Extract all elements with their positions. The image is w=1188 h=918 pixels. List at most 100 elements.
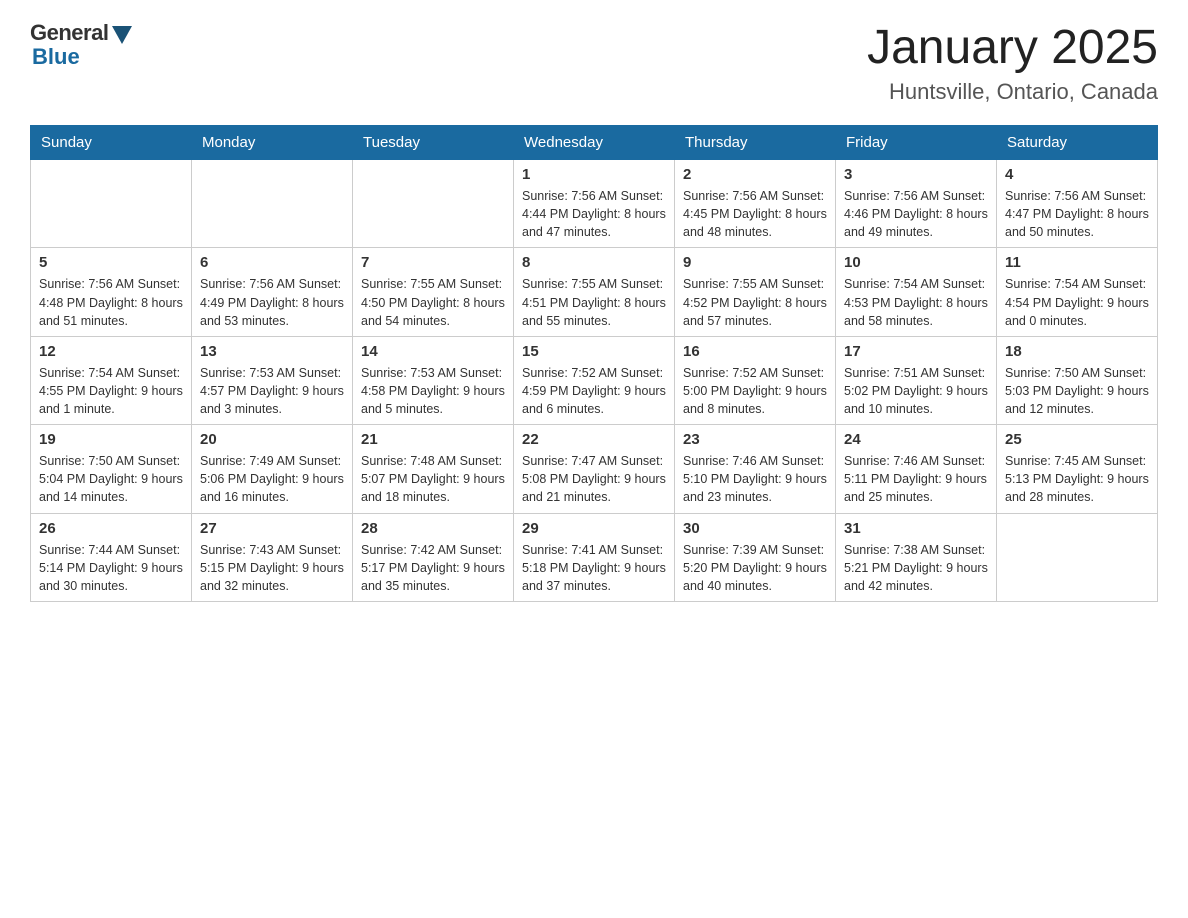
calendar-cell: 24 Sunrise: 7:46 AM Sunset: 5:11 PM Dayli… bbox=[836, 425, 997, 513]
calendar-cell: 9Sunrise: 7:55 AM Sunset: 4:52 PM Daylig… bbox=[675, 248, 836, 336]
calendar-cell: 25 Sunrise: 7:45 AM Sunset: 5:13 PM Dayli… bbox=[997, 425, 1158, 513]
calendar-cell: 27Sunrise: 7:43 AM Sunset: 5:15 PM Dayli… bbox=[192, 513, 353, 601]
day-info: Sunrise: 7:56 AM Sunset: 4:46 PM Dayligh… bbox=[844, 187, 988, 241]
calendar-cell: 11 Sunrise: 7:54 AM Sunset: 4:54 PM Dayli… bbox=[997, 248, 1158, 336]
day-info: Sunrise: 7:56 AM Sunset: 4:44 PM Dayligh… bbox=[522, 187, 666, 241]
day-info: Sunrise: 7:39 AM Sunset: 5:20 PM Dayligh… bbox=[683, 541, 827, 595]
day-info: Sunrise: 7:38 AM Sunset: 5:21 PM Dayligh… bbox=[844, 541, 988, 595]
day-number: 6 bbox=[200, 254, 344, 271]
calendar-cell: 2Sunrise: 7:56 AM Sunset: 4:45 PM Daylig… bbox=[675, 160, 836, 248]
day-number: 30 bbox=[683, 520, 827, 537]
day-number: 23 bbox=[683, 431, 827, 448]
day-info: Sunrise: 7:50 AM Sunset: 5:03 PM Dayligh… bbox=[1005, 364, 1149, 418]
calendar-cell: 1 Sunrise: 7:56 AM Sunset: 4:44 PM Daylig… bbox=[514, 160, 675, 248]
calendar-cell: 13 Sunrise: 7:53 AM Sunset: 4:57 PM Dayli… bbox=[192, 336, 353, 424]
day-number: 24 bbox=[844, 431, 988, 448]
day-number: 18 bbox=[1005, 343, 1149, 360]
day-number: 20 bbox=[200, 431, 344, 448]
day-info: Sunrise: 7:47 AM Sunset: 5:08 PM Dayligh… bbox=[522, 452, 666, 506]
calendar-cell: 19 Sunrise: 7:50 AM Sunset: 5:04 PM Dayli… bbox=[31, 425, 192, 513]
day-number: 31 bbox=[844, 520, 988, 537]
weekday-header-thursday: Thursday bbox=[675, 126, 836, 160]
day-number: 17 bbox=[844, 343, 988, 360]
calendar-cell: 6 Sunrise: 7:56 AM Sunset: 4:49 PM Daylig… bbox=[192, 248, 353, 336]
calendar-cell: 5 Sunrise: 7:56 AM Sunset: 4:48 PM Daylig… bbox=[31, 248, 192, 336]
day-info: Sunrise: 7:52 AM Sunset: 5:00 PM Dayligh… bbox=[683, 364, 827, 418]
day-number: 10 bbox=[844, 254, 988, 271]
day-info: Sunrise: 7:56 AM Sunset: 4:48 PM Dayligh… bbox=[39, 275, 183, 329]
day-number: 25 bbox=[1005, 431, 1149, 448]
calendar-cell bbox=[192, 160, 353, 248]
day-info: Sunrise: 7:52 AM Sunset: 4:59 PM Dayligh… bbox=[522, 364, 666, 418]
day-info: Sunrise: 7:53 AM Sunset: 4:57 PM Dayligh… bbox=[200, 364, 344, 418]
day-info: Sunrise: 7:46 AM Sunset: 5:11 PM Dayligh… bbox=[844, 452, 988, 506]
day-info: Sunrise: 7:50 AM Sunset: 5:04 PM Dayligh… bbox=[39, 452, 183, 506]
calendar-week-0: 1 Sunrise: 7:56 AM Sunset: 4:44 PM Daylig… bbox=[31, 160, 1158, 248]
day-number: 13 bbox=[200, 343, 344, 360]
day-number: 5 bbox=[39, 254, 183, 271]
page-header: General Blue January 2025 Huntsville, On… bbox=[30, 20, 1158, 105]
logo-blue-text: Blue bbox=[32, 44, 80, 70]
calendar-week-1: 5 Sunrise: 7:56 AM Sunset: 4:48 PM Daylig… bbox=[31, 248, 1158, 336]
day-number: 1 bbox=[522, 166, 666, 183]
weekday-header-monday: Monday bbox=[192, 126, 353, 160]
calendar-cell: 15 Sunrise: 7:52 AM Sunset: 4:59 PM Dayli… bbox=[514, 336, 675, 424]
day-info: Sunrise: 7:55 AM Sunset: 4:50 PM Dayligh… bbox=[361, 275, 505, 329]
day-info: Sunrise: 7:54 AM Sunset: 4:54 PM Dayligh… bbox=[1005, 275, 1149, 329]
calendar-cell: 29Sunrise: 7:41 AM Sunset: 5:18 PM Dayli… bbox=[514, 513, 675, 601]
weekday-header-row: SundayMondayTuesdayWednesdayThursdayFrid… bbox=[31, 126, 1158, 160]
day-info: Sunrise: 7:55 AM Sunset: 4:52 PM Dayligh… bbox=[683, 275, 827, 329]
day-number: 15 bbox=[522, 343, 666, 360]
calendar-week-2: 12Sunrise: 7:54 AM Sunset: 4:55 PM Dayli… bbox=[31, 336, 1158, 424]
calendar-cell: 8 Sunrise: 7:55 AM Sunset: 4:51 PM Daylig… bbox=[514, 248, 675, 336]
day-info: Sunrise: 7:56 AM Sunset: 4:47 PM Dayligh… bbox=[1005, 187, 1149, 241]
day-number: 14 bbox=[361, 343, 505, 360]
weekday-header-saturday: Saturday bbox=[997, 126, 1158, 160]
calendar-week-4: 26 Sunrise: 7:44 AM Sunset: 5:14 PM Dayli… bbox=[31, 513, 1158, 601]
day-number: 7 bbox=[361, 254, 505, 271]
day-number: 4 bbox=[1005, 166, 1149, 183]
calendar-table: SundayMondayTuesdayWednesdayThursdayFrid… bbox=[30, 125, 1158, 602]
calendar-cell: 30 Sunrise: 7:39 AM Sunset: 5:20 PM Dayli… bbox=[675, 513, 836, 601]
day-info: Sunrise: 7:55 AM Sunset: 4:51 PM Dayligh… bbox=[522, 275, 666, 329]
day-info: Sunrise: 7:41 AM Sunset: 5:18 PM Dayligh… bbox=[522, 541, 666, 595]
day-info: Sunrise: 7:45 AM Sunset: 5:13 PM Dayligh… bbox=[1005, 452, 1149, 506]
calendar-header: SundayMondayTuesdayWednesdayThursdayFrid… bbox=[31, 126, 1158, 160]
day-number: 22 bbox=[522, 431, 666, 448]
day-info: Sunrise: 7:56 AM Sunset: 4:49 PM Dayligh… bbox=[200, 275, 344, 329]
day-info: Sunrise: 7:46 AM Sunset: 5:10 PM Dayligh… bbox=[683, 452, 827, 506]
calendar-cell: 28Sunrise: 7:42 AM Sunset: 5:17 PM Dayli… bbox=[353, 513, 514, 601]
calendar-cell: 31 Sunrise: 7:38 AM Sunset: 5:21 PM Dayli… bbox=[836, 513, 997, 601]
logo: General Blue bbox=[30, 20, 132, 70]
day-number: 26 bbox=[39, 520, 183, 537]
calendar-cell: 21 Sunrise: 7:48 AM Sunset: 5:07 PM Dayli… bbox=[353, 425, 514, 513]
calendar-cell: 16Sunrise: 7:52 AM Sunset: 5:00 PM Dayli… bbox=[675, 336, 836, 424]
calendar-cell: 12Sunrise: 7:54 AM Sunset: 4:55 PM Dayli… bbox=[31, 336, 192, 424]
calendar-cell: 10 Sunrise: 7:54 AM Sunset: 4:53 PM Dayli… bbox=[836, 248, 997, 336]
calendar-cell bbox=[31, 160, 192, 248]
calendar-cell: 23 Sunrise: 7:46 AM Sunset: 5:10 PM Dayli… bbox=[675, 425, 836, 513]
calendar-cell: 14 Sunrise: 7:53 AM Sunset: 4:58 PM Dayli… bbox=[353, 336, 514, 424]
day-number: 8 bbox=[522, 254, 666, 271]
title-section: January 2025 Huntsville, Ontario, Canada bbox=[867, 20, 1158, 105]
day-info: Sunrise: 7:53 AM Sunset: 4:58 PM Dayligh… bbox=[361, 364, 505, 418]
weekday-header-wednesday: Wednesday bbox=[514, 126, 675, 160]
day-info: Sunrise: 7:42 AM Sunset: 5:17 PM Dayligh… bbox=[361, 541, 505, 595]
day-number: 11 bbox=[1005, 254, 1149, 271]
logo-triangle-icon bbox=[112, 26, 132, 44]
weekday-header-sunday: Sunday bbox=[31, 126, 192, 160]
calendar-cell: 20Sunrise: 7:49 AM Sunset: 5:06 PM Dayli… bbox=[192, 425, 353, 513]
calendar-cell: 18 Sunrise: 7:50 AM Sunset: 5:03 PM Dayli… bbox=[997, 336, 1158, 424]
calendar-cell: 7 Sunrise: 7:55 AM Sunset: 4:50 PM Daylig… bbox=[353, 248, 514, 336]
calendar-cell: 17Sunrise: 7:51 AM Sunset: 5:02 PM Dayli… bbox=[836, 336, 997, 424]
calendar-cell bbox=[353, 160, 514, 248]
day-info: Sunrise: 7:44 AM Sunset: 5:14 PM Dayligh… bbox=[39, 541, 183, 595]
weekday-header-friday: Friday bbox=[836, 126, 997, 160]
day-number: 19 bbox=[39, 431, 183, 448]
day-info: Sunrise: 7:54 AM Sunset: 4:53 PM Dayligh… bbox=[844, 275, 988, 329]
day-number: 21 bbox=[361, 431, 505, 448]
logo-general-text: General bbox=[30, 20, 108, 46]
calendar-cell: 22 Sunrise: 7:47 AM Sunset: 5:08 PM Dayli… bbox=[514, 425, 675, 513]
calendar-cell: 26 Sunrise: 7:44 AM Sunset: 5:14 PM Dayli… bbox=[31, 513, 192, 601]
day-info: Sunrise: 7:48 AM Sunset: 5:07 PM Dayligh… bbox=[361, 452, 505, 506]
